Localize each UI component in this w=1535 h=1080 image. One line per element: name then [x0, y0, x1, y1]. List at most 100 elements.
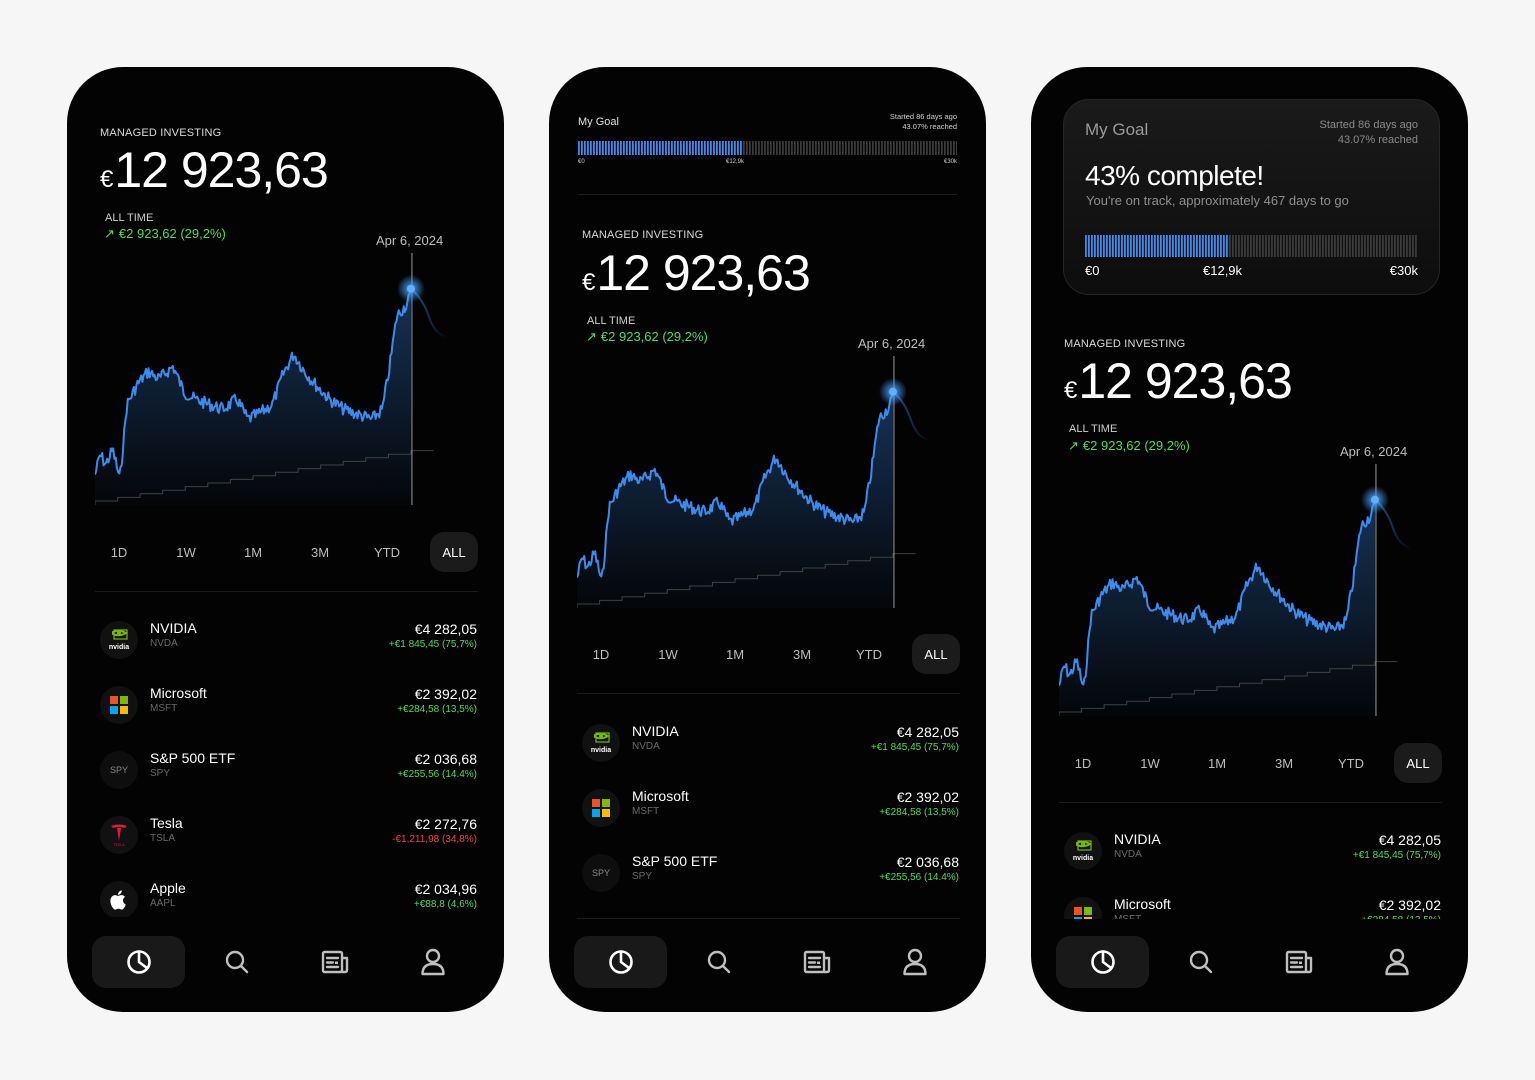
currency-symbol: €: [1064, 377, 1077, 404]
nav-search-button[interactable]: [190, 936, 283, 988]
holding-row-tsla[interactable]: TESLA Tesla TSLA €2 272,76 -€1,211,98 (34,8%…: [100, 810, 477, 875]
balance-value: 12 923,63: [114, 142, 328, 198]
holding-ticker: TSLA: [150, 833, 176, 844]
range-1w-button[interactable]: 1W: [644, 634, 692, 674]
goal-tick-current: €12,9k: [1203, 263, 1243, 278]
range-selector: 1D 1W 1M 3M YTD ALL: [1059, 743, 1442, 783]
nav-search-button[interactable]: [1154, 936, 1247, 988]
divider: [577, 693, 960, 694]
goal-meta: Started 86 days ago 43.07% reached: [890, 112, 957, 132]
range-1d-button[interactable]: 1D: [577, 634, 625, 674]
range-1w-button[interactable]: 1W: [1126, 743, 1174, 783]
holding-name: Microsoft: [632, 788, 689, 804]
range-ytd-button[interactable]: YTD: [363, 532, 411, 572]
all-time-gain: ↗ €2 923,62 (29,2%): [586, 329, 708, 345]
goal-subtitle: You're on track, approximately 467 days …: [1086, 193, 1349, 208]
holding-value: €2 392,02: [414, 686, 477, 702]
nav-profile-button[interactable]: [1350, 936, 1443, 988]
goal-tick-min: €0: [1085, 263, 1100, 278]
nav-search-button[interactable]: [672, 936, 765, 988]
search-icon: [1188, 949, 1214, 975]
holding-row-nvda[interactable]: nvidia NVIDIA NVDA €4 282,05 +€1 845,45 (75,…: [100, 615, 477, 680]
holding-ticker: NVDA: [150, 638, 178, 649]
goal-card[interactable]: My Goal Started 86 days ago 43.07% reach…: [1063, 99, 1440, 295]
holding-row-spy[interactable]: SPY S&P 500 ETF SPY €2 036,68 +€255,56 (14.4…: [100, 745, 477, 810]
holding-ticker: SPY: [150, 768, 171, 779]
range-1d-button[interactable]: 1D: [95, 532, 143, 572]
spy-logo-text: SPY: [109, 765, 128, 775]
range-3m-button[interactable]: 3M: [296, 532, 344, 572]
holding-row-aapl[interactable]: Apple AAPL €2 034,96 +€88,8 (4,6%): [100, 875, 477, 917]
logo-wordmark: nvidia: [591, 747, 611, 754]
range-ytd-button[interactable]: YTD: [1327, 743, 1375, 783]
nav-profile-button[interactable]: [386, 936, 479, 988]
holding-value: €2 036,68: [414, 751, 477, 767]
range-3m-button[interactable]: 3M: [1260, 743, 1308, 783]
range-ytd-button[interactable]: YTD: [845, 634, 893, 674]
managed-investing-label: MANAGED INVESTING: [100, 127, 222, 139]
holding-name: NVIDIA: [632, 723, 679, 739]
logo-wordmark: nvidia: [109, 644, 129, 651]
goal-reached: 43.07% reached: [1337, 133, 1418, 146]
nav-portfolio-pie-button[interactable]: [92, 936, 185, 988]
range-all-button[interactable]: ALL: [1394, 743, 1442, 783]
holding-name: Microsoft: [1114, 896, 1171, 912]
goal-progress-bar: [578, 141, 958, 155]
nav-news-button[interactable]: [770, 936, 863, 988]
holding-row-nvda[interactable]: nvidia NVIDIA NVDA €4 282,05 +€1 845,45 (75,…: [1064, 826, 1441, 891]
nav-news-button[interactable]: [288, 936, 381, 988]
holding-name: Apple: [150, 880, 186, 896]
nvidia-logo-icon: nvidia: [582, 724, 620, 762]
holding-change: +€284,58 (13,5%): [879, 807, 959, 818]
logo-wordmark: TESLA: [113, 843, 125, 847]
range-all-button[interactable]: ALL: [912, 634, 960, 674]
holding-change: +€1 845,45 (75,7%): [870, 742, 959, 753]
holding-change: +€1 845,45 (75,7%): [1352, 850, 1441, 861]
holding-value: €2 036,68: [896, 854, 959, 870]
holding-change: +€1 845,45 (75,7%): [388, 639, 477, 650]
holding-change: +€88,8 (4,6%): [413, 899, 477, 910]
nav-news-button[interactable]: [1252, 936, 1345, 988]
goal-progress-svg: [578, 141, 958, 155]
portfolio-pie-icon: [608, 949, 634, 975]
all-time-label: ALL TIME: [105, 212, 154, 224]
holding-ticker: MSFT: [150, 703, 178, 714]
nav-portfolio-pie-button[interactable]: [574, 936, 667, 988]
bottom-nav: [1056, 936, 1443, 988]
microsoft-logo-icon: [100, 686, 138, 724]
all-time-gain: ↗ €2 923,62 (29,2%): [1068, 438, 1190, 454]
holding-row-msft[interactable]: Microsoft MSFT €2 392,02 +€284,58 (13,5%): [100, 680, 477, 745]
range-1d-button[interactable]: 1D: [1059, 743, 1107, 783]
range-1m-button[interactable]: 1M: [1193, 743, 1241, 783]
chart-cursor-point: [888, 387, 897, 396]
range-1m-button[interactable]: 1M: [229, 532, 277, 572]
nvidia-logo-icon: nvidia: [1064, 832, 1102, 870]
range-1w-button[interactable]: 1W: [162, 532, 210, 572]
chart-date: Apr 6, 2024: [1340, 444, 1408, 459]
goal-scale: €0 €12,9k €30k: [578, 159, 957, 169]
holding-row-msft[interactable]: Microsoft MSFT €2 392,02 +€284,58 (13,5%): [582, 783, 959, 848]
holding-ticker: NVDA: [632, 741, 660, 752]
bottom-nav: [92, 936, 479, 988]
portfolio-chart[interactable]: [577, 356, 932, 608]
holding-value: €4 282,05: [1378, 832, 1441, 848]
nav-portfolio-pie-button[interactable]: [1056, 936, 1149, 988]
range-3m-button[interactable]: 3M: [778, 634, 826, 674]
holding-name: Microsoft: [150, 685, 207, 701]
all-time-gain: ↗ €2 923,62 (29,2%): [104, 226, 226, 242]
portfolio-chart[interactable]: [95, 253, 450, 505]
holding-row-spy[interactable]: SPY S&P 500 ETF SPY €2 036,68 +€255,56 (14.4…: [582, 848, 959, 913]
holding-row-msft[interactable]: Microsoft MSFT €2 392,02 +€284,58 (13,5%): [1064, 891, 1441, 919]
holding-row-nvda[interactable]: nvidia NVIDIA NVDA €4 282,05 +€1 845,45 (75,…: [582, 718, 959, 783]
portfolio-balance: €12 923,63: [100, 142, 329, 198]
balance-value: 12 923,63: [596, 245, 810, 301]
holding-value: €4 282,05: [896, 724, 959, 740]
currency-symbol: €: [100, 166, 113, 193]
range-1m-button[interactable]: 1M: [711, 634, 759, 674]
nav-profile-button[interactable]: [868, 936, 961, 988]
portfolio-chart[interactable]: [1059, 464, 1414, 716]
bottom-nav: [574, 936, 961, 988]
holding-ticker: MSFT: [1114, 914, 1141, 919]
tesla-logo-icon: TESLA: [100, 816, 138, 854]
range-all-button[interactable]: ALL: [430, 532, 478, 572]
